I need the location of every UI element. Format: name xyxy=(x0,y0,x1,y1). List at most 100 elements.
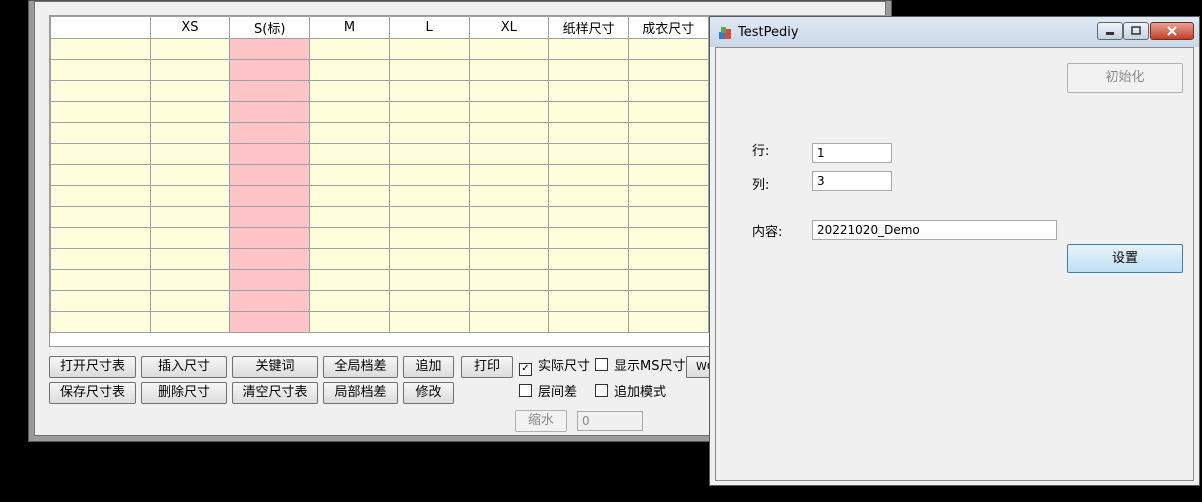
content-input[interactable]: 20221020_Demo xyxy=(812,220,1057,240)
grid-cell[interactable] xyxy=(388,311,470,333)
column-header-xl[interactable]: XL xyxy=(468,16,550,39)
grid-cell[interactable] xyxy=(627,80,709,102)
append-button[interactable]: 追加 xyxy=(403,356,454,378)
grid-cell[interactable] xyxy=(388,227,470,249)
clear-size-table-button[interactable]: 清空尺寸表 xyxy=(232,382,318,404)
actual-size-checkbox[interactable]: ✓ 实际尺寸 xyxy=(519,358,590,376)
grid-cell[interactable] xyxy=(627,269,709,291)
grid-cell[interactable] xyxy=(388,164,470,186)
grid-cell[interactable] xyxy=(388,269,470,291)
grid-cell[interactable] xyxy=(309,38,390,60)
row-header-cell[interactable] xyxy=(50,122,151,144)
grid-cell[interactable] xyxy=(548,143,629,165)
row-header-cell[interactable] xyxy=(50,311,151,333)
grid-cell[interactable] xyxy=(388,122,470,144)
title-bar[interactable]: TestPediy xyxy=(710,17,1199,47)
grid-cell[interactable] xyxy=(548,248,629,270)
grid-cell[interactable] xyxy=(149,101,231,123)
grid-cell[interactable] xyxy=(309,59,390,81)
grid-cell[interactable] xyxy=(468,59,550,81)
grid-cell[interactable] xyxy=(388,185,470,207)
grid-cell[interactable] xyxy=(309,227,390,249)
grid-cell[interactable] xyxy=(149,206,231,228)
row-header-cell[interactable] xyxy=(50,185,151,207)
append-mode-checkbox[interactable]: 追加模式 xyxy=(595,384,666,402)
grid-cell[interactable] xyxy=(627,164,709,186)
grid-cell[interactable] xyxy=(627,290,709,312)
grid-cell[interactable] xyxy=(627,101,709,123)
grid-cell[interactable] xyxy=(229,122,311,144)
print-button[interactable]: 打印 xyxy=(461,356,513,378)
global-grade-button[interactable]: 全局档差 xyxy=(323,356,398,378)
grid-cell[interactable] xyxy=(627,122,709,144)
grid-cell[interactable] xyxy=(229,59,311,81)
grid-cell[interactable] xyxy=(309,164,390,186)
grid-cell[interactable] xyxy=(468,248,550,270)
grid-cell[interactable] xyxy=(388,248,470,270)
row-input[interactable]: 1 xyxy=(812,143,892,163)
grid-cell[interactable] xyxy=(548,269,629,291)
grid-cell[interactable] xyxy=(309,101,390,123)
close-button[interactable] xyxy=(1150,22,1194,40)
layer-diff-checkbox[interactable]: 层间差 xyxy=(519,384,577,402)
shrink-button[interactable]: 缩水 xyxy=(515,410,567,432)
grid-cell[interactable] xyxy=(548,164,629,186)
grid-cell[interactable] xyxy=(468,164,550,186)
grid-cell[interactable] xyxy=(149,122,231,144)
row-header-cell[interactable] xyxy=(50,269,151,291)
modify-button[interactable]: 修改 xyxy=(403,382,454,404)
grid-cell[interactable] xyxy=(149,290,231,312)
row-header-cell[interactable] xyxy=(50,248,151,270)
grid-cell[interactable] xyxy=(548,59,629,81)
grid-cell[interactable] xyxy=(627,143,709,165)
grid-cell[interactable] xyxy=(309,80,390,102)
grid-cell[interactable] xyxy=(627,59,709,81)
row-header-cell[interactable] xyxy=(50,206,151,228)
grid-cell[interactable] xyxy=(229,164,311,186)
grid-corner-header[interactable] xyxy=(50,16,151,39)
row-header-cell[interactable] xyxy=(50,290,151,312)
grid-cell[interactable] xyxy=(149,227,231,249)
grid-cell[interactable] xyxy=(388,59,470,81)
grid-cell[interactable] xyxy=(548,80,629,102)
grid-cell[interactable] xyxy=(309,290,390,312)
grid-cell[interactable] xyxy=(309,185,390,207)
grid-cell[interactable] xyxy=(229,143,311,165)
grid-cell[interactable] xyxy=(229,269,311,291)
open-size-table-button[interactable]: 打开尺寸表 xyxy=(49,356,136,378)
grid-cell[interactable] xyxy=(627,227,709,249)
grid-cell[interactable] xyxy=(468,101,550,123)
grid-cell[interactable] xyxy=(627,248,709,270)
grid-cell[interactable] xyxy=(468,227,550,249)
grid-cell[interactable] xyxy=(149,311,231,333)
grid-cell[interactable] xyxy=(388,101,470,123)
shrink-value-field[interactable]: 0 xyxy=(577,411,643,431)
column-header-l[interactable]: L xyxy=(388,16,470,39)
grid-cell[interactable] xyxy=(627,311,709,333)
grid-cell[interactable] xyxy=(229,227,311,249)
grid-cell[interactable] xyxy=(388,143,470,165)
row-header-cell[interactable] xyxy=(50,59,151,81)
grid-cell[interactable] xyxy=(548,101,629,123)
grid-cell[interactable] xyxy=(229,101,311,123)
grid-cell[interactable] xyxy=(309,248,390,270)
grid-cell[interactable] xyxy=(149,248,231,270)
maximize-button[interactable] xyxy=(1123,22,1149,40)
init-button[interactable]: 初始化 xyxy=(1067,63,1183,93)
grid-cell[interactable] xyxy=(309,269,390,291)
grid-cell[interactable] xyxy=(229,185,311,207)
grid-cell[interactable] xyxy=(548,122,629,144)
set-button[interactable]: 设置 xyxy=(1067,244,1183,273)
row-header-cell[interactable] xyxy=(50,227,151,249)
grid-cell[interactable] xyxy=(149,38,231,60)
show-ms-size-checkbox[interactable]: 显示MS尺寸 xyxy=(595,358,685,376)
grid-cell[interactable] xyxy=(309,143,390,165)
grid-cell[interactable] xyxy=(309,122,390,144)
grid-cell[interactable] xyxy=(468,185,550,207)
grid-cell[interactable] xyxy=(388,80,470,102)
grid-cell[interactable] xyxy=(548,311,629,333)
grid-cell[interactable] xyxy=(309,311,390,333)
grid-cell[interactable] xyxy=(548,206,629,228)
row-header-cell[interactable] xyxy=(50,101,151,123)
grid-cell[interactable] xyxy=(388,38,470,60)
